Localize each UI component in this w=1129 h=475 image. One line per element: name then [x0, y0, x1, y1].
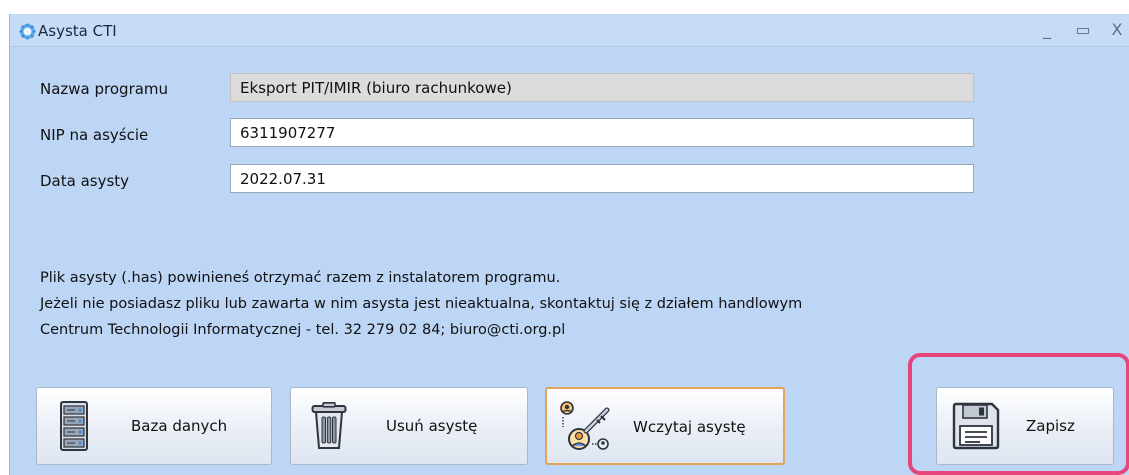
window-title: Asysta CTI: [38, 22, 117, 40]
date-field[interactable]: [230, 164, 974, 193]
info-line-3: Centrum Technologii Informatycznej - tel…: [40, 322, 566, 338]
close-button[interactable]: X: [1104, 19, 1129, 41]
program-name-field: [230, 73, 974, 102]
trash-icon: [311, 402, 347, 449]
nip-field[interactable]: [230, 118, 974, 147]
server-rack-icon: [60, 401, 88, 451]
database-button-label: Baza danych: [131, 417, 228, 435]
minimize-button[interactable]: _: [1034, 19, 1060, 41]
database-button[interactable]: Baza danych: [36, 387, 272, 465]
app-window: Asysta CTI _ ▭ X Nazwa programu NIP na a…: [9, 14, 1129, 475]
nip-label: NIP na asyście: [40, 126, 149, 144]
remove-assist-button[interactable]: Usuń asystę: [290, 387, 528, 465]
key-users-icon: [560, 401, 610, 450]
date-label: Data asysty: [40, 172, 130, 190]
title-bar: Asysta CTI _ ▭ X: [10, 14, 1129, 47]
maximize-button[interactable]: ▭: [1070, 19, 1096, 41]
load-assist-button-label: Wczytaj asystę: [633, 418, 746, 436]
load-assist-button[interactable]: Wczytaj asystę: [545, 387, 785, 465]
info-line-1: Plik asysty (.has) powinieneś otrzymać r…: [40, 270, 561, 286]
info-line-2: Jeżeli nie posiadasz pliku lub zawarta w…: [40, 296, 803, 312]
program-name-label: Nazwa programu: [40, 80, 169, 98]
remove-assist-button-label: Usuń asystę: [386, 417, 478, 435]
save-highlight-box: [908, 353, 1129, 475]
app-logo-icon: [19, 23, 36, 40]
